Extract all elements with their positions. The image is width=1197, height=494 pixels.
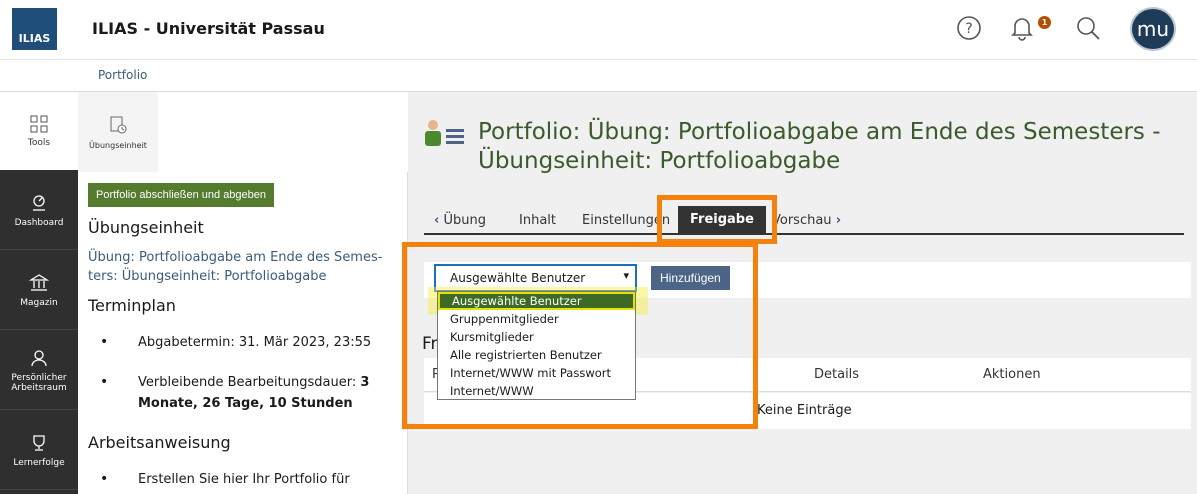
- col-details: Details: [814, 367, 860, 382]
- orange-highlight-share-tab: [657, 195, 777, 244]
- portfolio-icon: [424, 118, 468, 148]
- bell-icon[interactable]: [1008, 14, 1036, 42]
- heading-instructions: Arbeitsanweisung: [88, 433, 231, 452]
- mainbar-dashboard-label: Dashboard: [14, 218, 64, 228]
- dashboard-icon: [33, 195, 45, 211]
- top-bar: ILIAS ILIAS - Universität Passau ? 1 mu: [0, 0, 1197, 60]
- ilias-logo[interactable]: ILIAS: [12, 8, 57, 50]
- mainbar-personal-workspace-label: Persönlicher Arbeitsraum: [11, 373, 67, 393]
- mainbar-dashboard[interactable]: Dashboard: [0, 172, 78, 250]
- svg-text:?: ?: [965, 21, 972, 37]
- avatar[interactable]: mu: [1130, 7, 1176, 51]
- empty-message: Keine Einträge: [757, 403, 852, 418]
- orange-highlight-share-form: [402, 242, 758, 429]
- finish-submit-button[interactable]: Portfolio abschließen und abgeben: [88, 183, 275, 207]
- repository-icon: [29, 274, 49, 291]
- tab-preview[interactable]: Vorschau ›: [772, 213, 841, 228]
- tab-bar: ‹ Übung Inhalt Einstellungen Freigabe Vo…: [424, 204, 1184, 235]
- app-title[interactable]: ILIAS - Universität Passau: [92, 19, 325, 38]
- mainbar-achievements-label: Lernerfolge: [13, 458, 65, 468]
- remaining-time-item: Verbleibende Bearbeitungsdauer: 3 Monate…: [100, 372, 383, 414]
- tab-preview-label: Vorschau: [772, 213, 832, 228]
- instruction-item: Erstellen Sie hier Ihr Portfolio für: [100, 469, 383, 490]
- exercise-icon: [110, 116, 127, 133]
- mainbar-tools-label: Tools: [27, 137, 51, 148]
- chevron-left-icon: ‹: [434, 213, 440, 228]
- tab-back-exercise[interactable]: ‹ Übung: [434, 213, 486, 228]
- unit-description[interactable]: Übung: Portfolioabgabe am Ende des Semes…: [88, 248, 388, 286]
- mainbar-magazin-label: Magazin: [20, 298, 58, 308]
- slate-tab-area: [158, 92, 408, 172]
- help-icon[interactable]: ?: [955, 14, 983, 42]
- chevron-right-icon: ›: [835, 213, 842, 228]
- slate-tab-label: Übungseinheit: [89, 140, 147, 150]
- heading-schedule: Terminplan: [88, 296, 176, 315]
- col-actions: Aktionen: [983, 367, 1041, 382]
- breadcrumb-portfolio[interactable]: Portfolio: [98, 68, 147, 82]
- page-title: Portfolio: Übung: Portfolioabgabe am End…: [478, 119, 1161, 174]
- slate-panel: Übungseinheit Portfolio abschließen und …: [78, 92, 408, 494]
- mainbar-personal-workspace[interactable]: Persönlicher Arbeitsraum: [0, 332, 78, 410]
- mainbar-achievements[interactable]: Lernerfolge: [0, 412, 78, 490]
- trophy-icon: [33, 435, 45, 451]
- search-icon[interactable]: [1074, 14, 1102, 42]
- breadcrumb: Portfolio: [0, 60, 1197, 92]
- notification-badge: 1: [1038, 16, 1051, 29]
- tab-back-label: Übung: [443, 213, 487, 228]
- mainbar-tools[interactable]: Tools: [0, 92, 78, 170]
- tab-content[interactable]: Inhalt: [519, 213, 556, 228]
- grid-icon: [30, 115, 48, 132]
- mainbar-magazin[interactable]: Magazin: [0, 252, 78, 330]
- deadline-item: Abgabetermin: 31. Mär 2023, 23:55: [100, 332, 383, 353]
- person-icon: [31, 350, 47, 367]
- slate-tab-unit[interactable]: Übungseinheit: [78, 92, 158, 172]
- remaining-prefix: Verbleibende Bearbeitungsdauer:: [138, 375, 361, 390]
- main-bar: Tools Dashboard Magazin Persönlicher Arb…: [0, 92, 78, 494]
- heading-unit: Übungseinheit: [88, 218, 204, 237]
